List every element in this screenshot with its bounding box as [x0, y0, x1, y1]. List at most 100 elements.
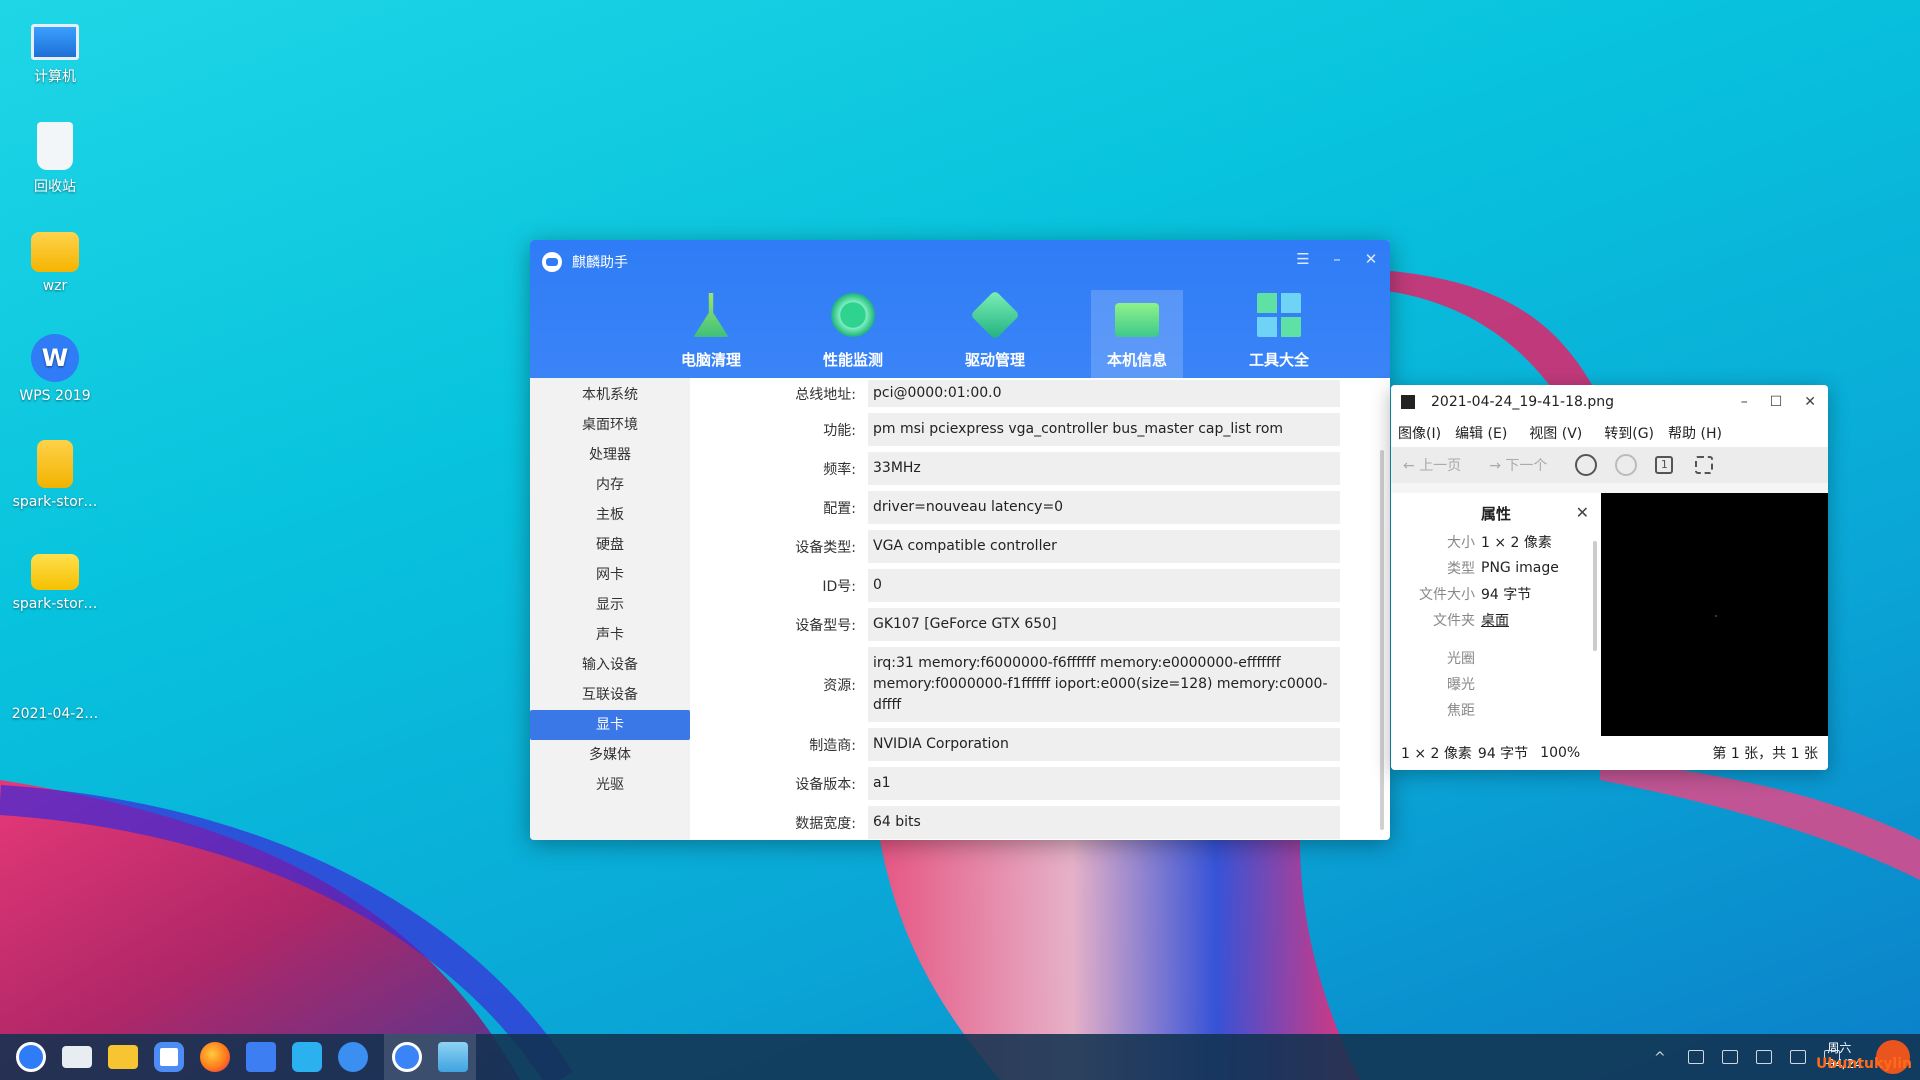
taskbar-firefox[interactable] — [192, 1034, 238, 1080]
desktop-icon-label: 回收站 — [34, 179, 76, 195]
desktop-icon-label: spark-stor… — [12, 494, 98, 510]
sidebar-item-input[interactable]: 输入设备 — [530, 650, 690, 680]
window-header: 麒麟助手 ☰ – ✕ 电脑清理 性能监测 驱动管理 本机信息 工具大全 — [530, 240, 1390, 378]
desktop-icon-label: spark-stor… — [12, 596, 98, 612]
store-icon — [292, 1042, 322, 1072]
desktop-icon-wps[interactable]: W WPS 2019 — [8, 334, 102, 404]
prev-button[interactable]: ← 上一页 — [1403, 455, 1461, 475]
prop-key: 大小 — [1447, 535, 1475, 551]
minimize-button[interactable]: – — [1330, 250, 1344, 268]
detail-key: 资源: — [823, 677, 856, 694]
chevron-up-icon[interactable]: ^ — [1654, 1050, 1670, 1066]
sidebar-item-display[interactable]: 显示 — [530, 590, 690, 620]
image-canvas[interactable] — [1601, 493, 1828, 736]
next-button[interactable]: → 下一个 — [1489, 455, 1547, 475]
prop-row: 曝光 — [1391, 671, 1601, 697]
brand-watermark: Ubuntukylin — [1816, 1056, 1912, 1072]
image-viewer-icon — [438, 1042, 468, 1072]
sidebar-item-cpu[interactable]: 处理器 — [530, 440, 690, 470]
sidebar-item-network[interactable]: 网卡 — [530, 560, 690, 590]
sidebar-item-disk[interactable]: 硬盘 — [530, 530, 690, 560]
sidebar-item-multimedia[interactable]: 多媒体 — [530, 740, 690, 770]
tab-label: 本机信息 — [1106, 351, 1167, 369]
show-desktop-icon — [62, 1046, 92, 1068]
close-button[interactable]: ✕ — [1804, 394, 1816, 410]
sidebar-item-optical[interactable]: 光驱 — [530, 770, 690, 800]
maximize-button[interactable]: ☐ — [1770, 394, 1783, 410]
tab-label: 性能监测 — [822, 351, 883, 369]
tab-toolbox[interactable]: 工具大全 — [1208, 290, 1350, 378]
sidebar-item-sound[interactable]: 声卡 — [530, 620, 690, 650]
status-zoom: 100% — [1540, 745, 1581, 761]
desktop-icon-trash[interactable]: 回收站 — [8, 122, 102, 196]
viewer-window-controls: – ☐ ✕ — [1741, 394, 1816, 410]
properties-scrollbar[interactable] — [1593, 541, 1597, 651]
taskbar-search[interactable] — [146, 1034, 192, 1080]
detail-value: pm msi pciexpress vga_controller bus_mas… — [868, 413, 1340, 446]
zoom-out-icon[interactable] — [1615, 454, 1638, 476]
close-icon[interactable]: ✕ — [1576, 503, 1589, 522]
detail-scrollbar[interactable] — [1380, 450, 1384, 830]
menu-view[interactable]: 视图 (V) — [1529, 423, 1582, 443]
prop-row: 文件大小 94 字节 — [1391, 581, 1601, 607]
menu-icon[interactable]: ☰ — [1296, 250, 1310, 268]
window-controls: ☰ – ✕ — [1296, 250, 1378, 268]
prop-row: 文件夹 桌面 — [1391, 607, 1601, 633]
actual-size-icon[interactable]: 1 — [1655, 456, 1674, 474]
detail-key: ID号: — [822, 578, 856, 595]
taskbar-kylin-assistant[interactable] — [384, 1034, 430, 1080]
minimize-button[interactable]: – — [1741, 394, 1748, 410]
start-menu-button[interactable] — [8, 1034, 54, 1080]
desktop-icon-spark-folder[interactable]: spark-stor… — [8, 546, 102, 612]
prop-value: PNG image — [1481, 560, 1559, 576]
monitor-icon — [31, 24, 79, 60]
desktop-icon-label: 2021-04-2… — [11, 706, 99, 722]
taskbar-image-viewer[interactable] — [430, 1034, 476, 1080]
sidebar-item-system[interactable]: 本机系统 — [530, 380, 690, 410]
image-pixel — [1715, 615, 1717, 617]
sidebar-item-graphics[interactable]: 显卡 — [530, 710, 690, 740]
wps-icon: W — [31, 334, 79, 382]
menu-help[interactable]: 帮助 (H) — [1668, 423, 1722, 443]
detail-row-clock: 频率: 33MHz — [690, 452, 1340, 485]
fit-window-icon[interactable] — [1695, 456, 1714, 474]
wps-writer-icon — [246, 1042, 276, 1072]
app-logo-icon — [542, 252, 562, 272]
viewer-statusbar: 1 × 2 像素 94 字节 100% 第 1 张，共 1 张 — [1391, 736, 1828, 770]
sidebar-item-desktop-env[interactable]: 桌面环境 — [530, 410, 690, 440]
viewer-menubar: 图像(I) 编辑 (E) 视图 (V) 转到(G) 帮助 (H) — [1391, 419, 1828, 447]
folder-link[interactable]: 桌面 — [1481, 610, 1509, 630]
zoom-in-icon[interactable] — [1575, 454, 1598, 476]
taskbar-media-player[interactable] — [330, 1034, 376, 1080]
taskbar: ^ 周六 04/24 Ubuntukylin — [0, 1034, 1920, 1080]
grid-icon — [1257, 293, 1301, 337]
desktop-icon-label: 计算机 — [34, 69, 76, 85]
taskbar-software-store[interactable] — [284, 1034, 330, 1080]
notification-icon[interactable] — [1722, 1050, 1738, 1064]
desktop-icon-computer[interactable]: 计算机 — [8, 18, 102, 86]
keyboard-icon[interactable] — [1688, 1050, 1704, 1064]
desktop-icon-screenshot[interactable]: 2021-04-2… — [8, 652, 102, 722]
prev-label: 上一页 — [1419, 458, 1462, 474]
close-button[interactable]: ✕ — [1364, 250, 1378, 268]
tab-cleanup[interactable]: 电脑清理 — [640, 290, 782, 378]
prop-row: 焦距 — [1391, 697, 1601, 723]
tab-system-info[interactable]: 本机信息 — [1091, 290, 1183, 378]
sidebar-item-memory[interactable]: 内存 — [530, 470, 690, 500]
taskbar-file-manager[interactable] — [100, 1034, 146, 1080]
sidebar-item-interconnect[interactable]: 互联设备 — [530, 680, 690, 710]
sidebar-item-motherboard[interactable]: 主板 — [530, 500, 690, 530]
menu-edit[interactable]: 编辑 (E) — [1455, 423, 1507, 443]
viewer-content: 属性 ✕ 大小 1 × 2 像素 类型 PNG image 文件大小 94 字节 文件… — [1391, 493, 1828, 736]
network-icon[interactable] — [1790, 1050, 1806, 1064]
taskbar-wps-writer[interactable] — [238, 1034, 284, 1080]
tab-performance[interactable]: 性能监测 — [782, 290, 924, 378]
menu-image[interactable]: 图像(I) — [1398, 423, 1441, 443]
desktop-icon-spark-zip[interactable]: spark-stor… — [8, 440, 102, 510]
detail-value: GK107 [GeForce GTX 650] — [868, 608, 1340, 641]
volume-muted-icon[interactable] — [1756, 1050, 1772, 1064]
desktop-icon-home[interactable]: wzr — [8, 228, 102, 294]
taskbar-show-desktop[interactable] — [54, 1034, 100, 1080]
menu-goto[interactable]: 转到(G) — [1604, 423, 1654, 443]
tab-drivers[interactable]: 驱动管理 — [924, 290, 1066, 378]
